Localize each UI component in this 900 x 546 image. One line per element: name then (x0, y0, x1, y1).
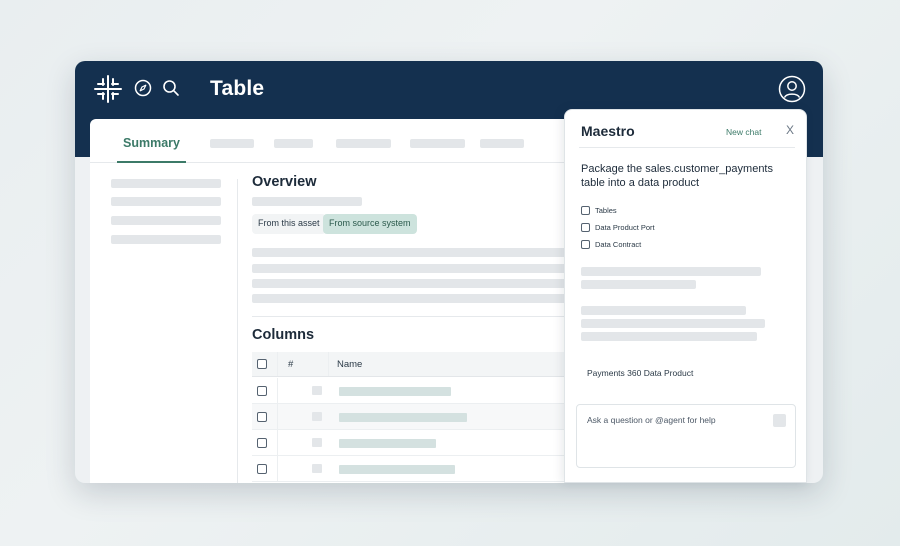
description-line (252, 248, 570, 257)
type-icon (312, 412, 322, 421)
table-row[interactable] (252, 430, 570, 456)
option-checkbox[interactable] (581, 206, 590, 215)
sidebar-item-placeholder[interactable] (111, 179, 221, 188)
response-line (581, 267, 761, 276)
type-icon (312, 438, 322, 447)
user-prompt: Package the sales.customer_payments tabl… (581, 163, 773, 189)
data-product-name[interactable]: Payments 360 Data Product (587, 368, 693, 378)
search-icon[interactable] (161, 78, 181, 98)
chat-input-placeholder: Ask a question or @agent for help (587, 415, 716, 425)
compass-icon[interactable] (133, 78, 153, 98)
row-checkbox[interactable] (257, 438, 267, 448)
sidebar-divider (237, 179, 238, 483)
header-index: # (288, 359, 294, 370)
send-button[interactable] (773, 414, 786, 427)
tab-summary[interactable]: Summary (117, 119, 186, 163)
chat-divider (579, 147, 795, 148)
table-header: # Name (252, 352, 570, 377)
option-checkbox[interactable] (581, 223, 590, 232)
row-checkbox[interactable] (257, 386, 267, 396)
name-placeholder (339, 387, 451, 396)
chip-from-asset[interactable]: From this asset (252, 214, 326, 234)
tab-placeholder[interactable] (274, 139, 313, 148)
option-checkbox[interactable] (581, 240, 590, 249)
description-line (252, 264, 570, 273)
table-row[interactable] (252, 456, 570, 482)
chat-title: Maestro (581, 123, 635, 139)
tab-placeholder[interactable] (410, 139, 465, 148)
sidebar-item-placeholder[interactable] (111, 216, 221, 225)
tab-placeholder[interactable] (210, 139, 254, 148)
column-divider (277, 404, 278, 429)
table-row[interactable] (252, 378, 570, 404)
section-divider (252, 316, 570, 317)
sidebar-item-placeholder[interactable] (111, 197, 221, 206)
text-placeholder (252, 197, 362, 206)
logo-icon[interactable] (92, 73, 124, 105)
response-line (581, 280, 696, 289)
column-divider (277, 456, 278, 481)
table-row[interactable] (252, 404, 570, 430)
tab-placeholder[interactable] (480, 139, 524, 148)
name-placeholder (339, 465, 455, 474)
tab-placeholder[interactable] (336, 139, 391, 148)
new-chat-button[interactable]: New chat (726, 127, 761, 137)
overview-heading: Overview (252, 174, 317, 190)
chat-input[interactable]: Ask a question or @agent for help (576, 404, 796, 468)
response-line (581, 319, 765, 328)
column-divider (277, 352, 278, 376)
columns-heading: Columns (252, 327, 315, 343)
close-button[interactable]: X (786, 123, 794, 137)
chip-from-source[interactable]: From source system (323, 214, 417, 234)
option-label: Data Product Port (595, 223, 655, 232)
row-checkbox[interactable] (257, 412, 267, 422)
option-label: Tables (595, 206, 617, 215)
option-label: Data Contract (595, 240, 642, 249)
column-divider (277, 430, 278, 455)
sidebar-item-placeholder[interactable] (111, 235, 221, 244)
page-title: Table (210, 77, 265, 100)
name-placeholder (339, 413, 467, 422)
response-line (581, 306, 746, 315)
maestro-chat-panel: Maestro New chat X Package the sales.cus… (564, 109, 807, 483)
select-all-checkbox[interactable] (257, 359, 267, 369)
row-checkbox[interactable] (257, 464, 267, 474)
description-line (252, 279, 570, 288)
tab-bar: Summary (90, 119, 570, 163)
name-placeholder (339, 439, 436, 448)
type-icon (312, 464, 322, 473)
user-icon[interactable] (778, 75, 806, 103)
response-line (581, 332, 757, 341)
description-line (252, 294, 570, 303)
column-divider (328, 352, 329, 376)
type-icon (312, 386, 322, 395)
column-divider (277, 378, 278, 403)
header-name[interactable]: Name (337, 359, 362, 370)
main-panel: Summary Overview From this asset From so… (90, 119, 570, 483)
